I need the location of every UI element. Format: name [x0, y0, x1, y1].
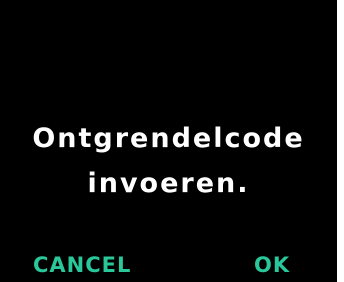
prompt-line-1: Ontgrendelcode [32, 123, 305, 154]
cancel-button[interactable]: CANCEL [33, 252, 131, 278]
device-screen: Ontgrendelcode invoeren. CANCEL OK [0, 0, 337, 282]
prompt-line-2: invoeren. [87, 168, 250, 199]
ok-button[interactable]: OK [254, 252, 290, 278]
unlock-code-prompt: Ontgrendelcode invoeren. [0, 116, 337, 206]
